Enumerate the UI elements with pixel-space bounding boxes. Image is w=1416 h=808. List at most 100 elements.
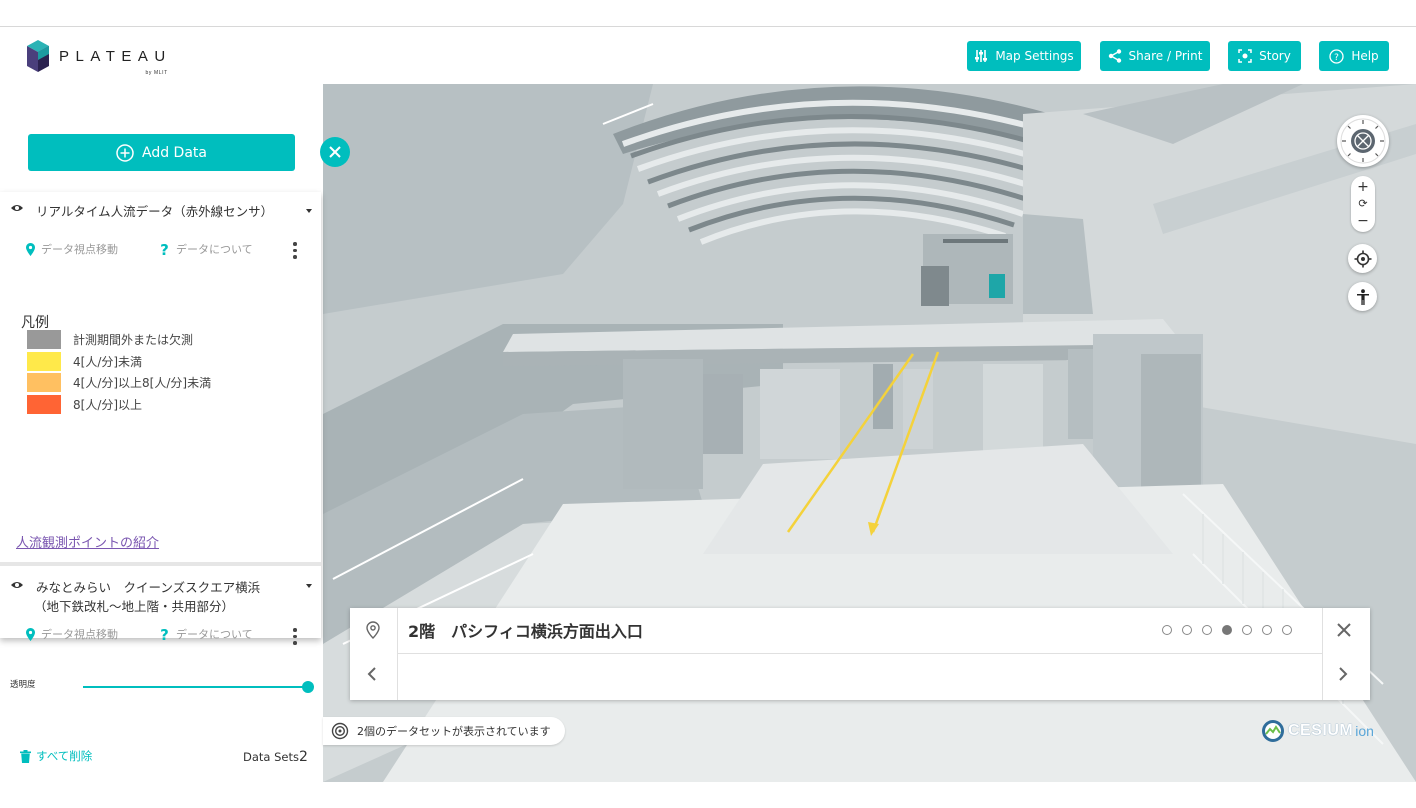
eye-icon[interactable]	[10, 580, 24, 590]
dataset-title[interactable]: リアルタイム人流データ（赤外線センサ）	[36, 201, 273, 220]
cesium-ion-wordmark: ion	[1355, 723, 1374, 739]
datasets-label: Data Sets	[243, 750, 299, 764]
map-pin-icon	[26, 242, 35, 256]
about-data-button[interactable]: ? データについて	[159, 241, 253, 257]
move-to-data-button[interactable]: データ視点移動	[26, 626, 118, 642]
more-vert-icon[interactable]	[293, 628, 297, 648]
opacity-slider-track[interactable]	[83, 686, 308, 688]
legend-swatch	[27, 352, 61, 371]
share-print-label: Share / Print	[1128, 49, 1203, 63]
legend-swatch	[27, 373, 61, 392]
dataset-subtitle: （地下鉄改札～地上階・共用部分）	[34, 599, 235, 614]
reset-view-button[interactable]: ⟳	[1351, 197, 1375, 211]
dataset-title[interactable]: みなとみらい クイーンズスクエア横浜	[36, 577, 260, 596]
top-strip	[0, 0, 1416, 27]
svg-text:?: ?	[1334, 53, 1339, 63]
datasets-count: 2	[299, 749, 308, 765]
dataset-panel: リアルタイム人流データ（赤外線センサ） データ視点移動 ? データについて 凡例…	[0, 192, 321, 693]
chevron-down-icon[interactable]	[306, 209, 312, 213]
map-settings-label: Map Settings	[995, 49, 1074, 63]
legend-swatch	[27, 395, 61, 414]
map-settings-button[interactable]: Map Settings	[967, 41, 1081, 71]
chevron-right-icon[interactable]	[1338, 667, 1348, 681]
compass-icon	[1340, 118, 1386, 164]
dataset-divider	[0, 562, 321, 566]
story-panel: 2階 パシフィコ横浜方面出入口	[350, 608, 1370, 700]
cesium-wordmark: CESIUM	[1288, 722, 1354, 739]
story-page-dot[interactable]	[1202, 625, 1212, 635]
story-page-dot[interactable]	[1222, 625, 1232, 635]
chevron-down-icon[interactable]	[306, 584, 312, 588]
opacity-slider-thumb[interactable]	[302, 681, 314, 693]
delete-all-label: すべて削除	[36, 749, 93, 763]
legend-item: 4[人/分]未満	[27, 352, 142, 371]
status-message: 2個のデータセットが表示されています	[323, 717, 565, 745]
trash-icon	[20, 749, 31, 763]
plateau-logo[interactable]: PLATEAU by MLIT	[27, 38, 172, 76]
legend-label: 8[人/分]以上	[73, 398, 143, 412]
cesium-credit[interactable]: CESIUM ion	[1261, 718, 1374, 744]
svg-text:?: ?	[160, 242, 169, 256]
location-pin-icon	[366, 621, 380, 639]
observation-points-link[interactable]: 人流観測ポイントの紹介	[16, 532, 159, 551]
person-icon	[1356, 288, 1369, 305]
svg-text:?: ?	[160, 627, 169, 641]
more-vert-icon[interactable]	[293, 242, 297, 262]
plus-circle-icon	[116, 143, 134, 162]
story-page-dots	[1162, 625, 1302, 635]
cesium-logo-icon	[1262, 720, 1284, 742]
story-page-dot[interactable]	[1162, 625, 1172, 635]
legend-item: 4[人/分]以上8[人/分]未満	[27, 373, 211, 392]
broadcast-icon	[331, 722, 349, 740]
legend-label: 4[人/分]未満	[73, 355, 143, 369]
move-to-data-label: データ視点移動	[41, 628, 118, 641]
about-data-label: データについて	[176, 628, 253, 641]
my-location-button[interactable]	[1348, 244, 1377, 273]
story-page-dot[interactable]	[1282, 625, 1292, 635]
app-root: PLATEAU by MLIT Map Settings Share / Pri…	[0, 0, 1416, 808]
story-title: 2階 パシフィコ横浜方面出入口	[408, 622, 643, 641]
compass-control[interactable]	[1337, 115, 1389, 167]
sliders-icon	[975, 50, 988, 62]
logo-name: PLATEAU	[59, 47, 172, 65]
app-header: PLATEAU by MLIT Map Settings Share / Pri…	[0, 28, 1416, 84]
pedestrian-mode-button[interactable]	[1348, 282, 1377, 311]
about-data-label: データについて	[176, 243, 253, 256]
delete-all-button[interactable]: すべて削除	[20, 748, 92, 764]
legend-label: 計測期間外または欠測	[73, 333, 194, 347]
close-sidebar-button[interactable]	[320, 137, 350, 167]
datasets-counter: Data Sets2	[243, 749, 308, 765]
logo-subtitle: by MLIT	[145, 69, 168, 76]
close-icon[interactable]	[1337, 623, 1351, 637]
chevron-left-icon[interactable]	[367, 667, 377, 681]
add-data-button[interactable]: Add Data	[28, 134, 295, 171]
zoom-in-button[interactable]: +	[1351, 180, 1375, 194]
zoom-control: + ⟳ −	[1351, 176, 1375, 232]
help-button[interactable]: ? Help	[1319, 41, 1389, 71]
story-frame-icon	[1238, 49, 1252, 63]
eye-icon[interactable]	[10, 203, 24, 213]
story-divider	[1322, 608, 1323, 700]
story-page-dot[interactable]	[1262, 625, 1272, 635]
legend-swatch	[27, 330, 61, 349]
help-label: Help	[1351, 49, 1379, 63]
opacity-label: 透明度	[10, 680, 36, 690]
share-print-button[interactable]: Share / Print	[1100, 41, 1210, 71]
help-icon: ?	[1329, 48, 1344, 64]
story-label: Story	[1259, 49, 1291, 63]
legend-title: 凡例	[21, 315, 49, 331]
story-page-dot[interactable]	[1182, 625, 1192, 635]
question-icon: ?	[160, 627, 169, 641]
add-data-label: Add Data	[142, 144, 207, 161]
about-data-button[interactable]: ? データについて	[159, 626, 253, 642]
move-to-data-button[interactable]: データ視点移動	[26, 241, 118, 257]
bottom-strip	[0, 782, 1416, 808]
story-divider	[397, 608, 398, 700]
legend-item: 計測期間外または欠測	[27, 330, 193, 349]
zoom-out-button[interactable]: −	[1351, 214, 1375, 228]
legend-item: 8[人/分]以上	[27, 395, 142, 414]
status-text: 2個のデータセットが表示されています	[357, 725, 551, 738]
story-page-dot[interactable]	[1242, 625, 1252, 635]
crosshair-icon	[1354, 250, 1371, 267]
story-button[interactable]: Story	[1228, 41, 1301, 71]
